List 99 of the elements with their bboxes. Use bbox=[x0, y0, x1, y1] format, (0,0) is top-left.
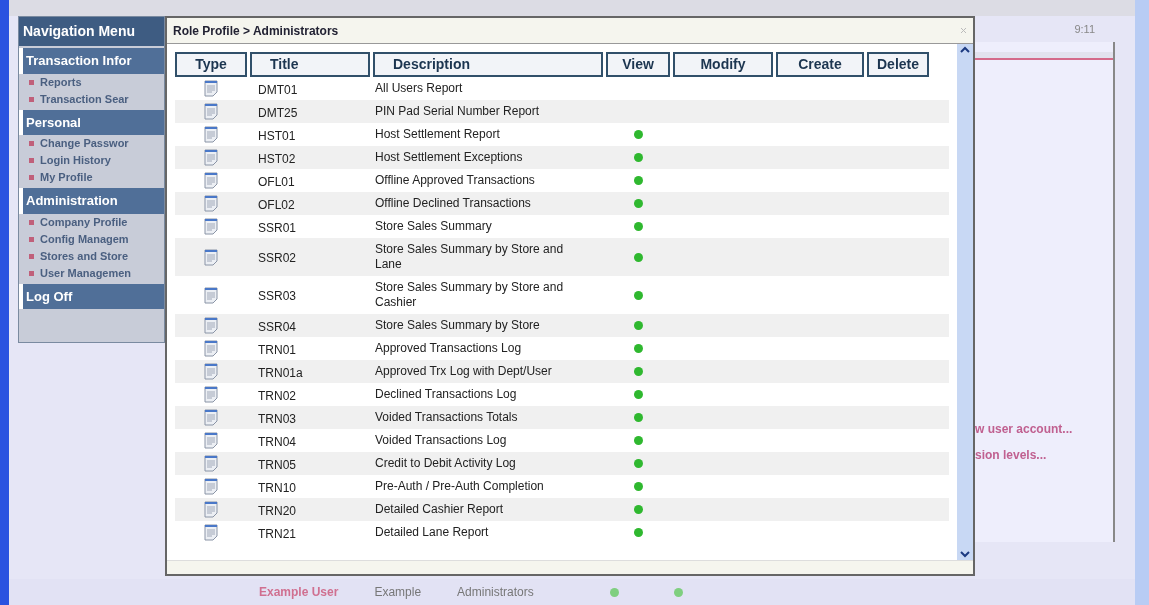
bullet-icon bbox=[29, 141, 34, 146]
scrollbar[interactable] bbox=[1135, 0, 1149, 605]
column-header: Modify bbox=[673, 52, 773, 77]
document-icon bbox=[204, 195, 218, 212]
table-cell: HST02 bbox=[258, 151, 296, 166]
table-cell-text: Host Settlement Report bbox=[375, 127, 501, 142]
section-header[interactable]: Transaction Infor bbox=[19, 48, 164, 74]
document-icon bbox=[204, 432, 218, 449]
table-cell-text: Detailed Lane Report bbox=[375, 525, 490, 540]
table-cell-text: PIN Pad Serial Number Report bbox=[375, 104, 541, 119]
document-icon bbox=[204, 501, 218, 518]
table-cell: SSR04 bbox=[258, 319, 297, 334]
table-cell-text: Pre-Auth / Pre-Auth Completion bbox=[375, 479, 545, 494]
section-header[interactable]: Personal bbox=[19, 109, 164, 135]
table-cell-text: Credit to Debit Activity Log bbox=[375, 456, 517, 471]
table-cell-text: Detailed Cashier Report bbox=[375, 502, 505, 517]
document-icon bbox=[204, 172, 218, 189]
table-cell: TRN02 bbox=[258, 388, 296, 403]
bullet-icon bbox=[29, 175, 34, 180]
nav-link[interactable]: Change Passwor bbox=[40, 135, 129, 152]
nav-link[interactable]: Stores and Store bbox=[40, 247, 129, 265]
nav-link[interactable]: Config Managem bbox=[40, 230, 129, 248]
document-icon bbox=[204, 80, 218, 97]
close-icon[interactable] bbox=[960, 27, 967, 34]
table-cell: TRN03 bbox=[258, 411, 296, 426]
column-header: View bbox=[606, 52, 670, 77]
bullet-icon bbox=[29, 253, 34, 259]
column-header: Delete bbox=[867, 52, 929, 77]
table-cell: SSR03 bbox=[258, 289, 297, 303]
table-cell-text: Offline Declined Transactions bbox=[375, 196, 532, 211]
table-cell-text: Example bbox=[374, 584, 422, 601]
bullet-icon bbox=[29, 270, 34, 276]
bullet-icon bbox=[29, 79, 34, 85]
table-cell-text: Declined Transactions Log bbox=[375, 387, 518, 402]
table-cell-text: Offline Approved Transactions bbox=[375, 173, 536, 188]
column-header: Type bbox=[175, 52, 247, 77]
table-cell-text: Voided Transactions Log bbox=[375, 433, 508, 448]
table-cell-text: Host Settlement Exceptions bbox=[375, 150, 524, 165]
table-cell: DMT25 bbox=[258, 105, 298, 120]
document-icon bbox=[204, 386, 218, 403]
table-cell-text: Approved Trx Log with Dept/User bbox=[375, 364, 553, 379]
table-cell-text: Store Sales Summary by Store and Lane bbox=[375, 242, 565, 272]
table-cell: TRN04 bbox=[258, 434, 296, 449]
document-icon bbox=[204, 478, 218, 495]
table-cell: TRN05 bbox=[258, 457, 296, 472]
table-cell: OFL02 bbox=[258, 197, 295, 212]
table-cell: DMT01 bbox=[258, 82, 298, 97]
nav-link[interactable]: Transaction Sear bbox=[40, 90, 129, 108]
nav-link[interactable]: Login History bbox=[40, 152, 111, 169]
nav-link[interactable]: User Managemen bbox=[40, 264, 132, 282]
bullet-icon bbox=[29, 96, 34, 102]
table-cell: HST01 bbox=[258, 128, 296, 143]
bullet-icon bbox=[29, 219, 34, 225]
nav-link[interactable]: Company Profile bbox=[40, 213, 128, 231]
user-link[interactable]: Example User bbox=[259, 583, 339, 601]
table-cell-text: Store Sales Summary bbox=[375, 219, 493, 234]
document-icon bbox=[204, 286, 218, 304]
column-header: Description bbox=[373, 52, 603, 77]
document-icon bbox=[204, 126, 218, 143]
table-cell: OFL01 bbox=[258, 174, 295, 189]
document-icon bbox=[204, 340, 218, 357]
clock-text: 9:11 bbox=[1074, 21, 1095, 37]
dialog-title: Role Profile > Administrators bbox=[173, 22, 339, 40]
table-cell: TRN10 bbox=[258, 480, 296, 495]
chevron-down-icon[interactable] bbox=[960, 550, 970, 558]
section-header[interactable]: Log Off bbox=[19, 283, 164, 309]
table-cell-text: Approved Transactions Log bbox=[375, 341, 523, 356]
table-cell-text: Voided Transactions Totals bbox=[375, 410, 519, 425]
table-cell-text: Store Sales Summary by Store and Cashier bbox=[375, 280, 565, 310]
link-text[interactable]: sion levels... bbox=[975, 446, 1113, 464]
table-cell-text: Administrators bbox=[457, 584, 534, 601]
bullet-icon bbox=[29, 158, 34, 163]
column-header: Create bbox=[776, 52, 864, 77]
document-icon bbox=[204, 409, 218, 426]
table-cell-text: All Users Report bbox=[375, 81, 464, 96]
document-icon bbox=[204, 317, 218, 334]
table-cell: SSR02 bbox=[258, 251, 297, 265]
document-icon bbox=[204, 218, 218, 235]
chevron-up-icon[interactable] bbox=[960, 46, 970, 54]
document-icon bbox=[204, 524, 218, 541]
table-cell: TRN20 bbox=[258, 503, 296, 518]
navigation-title: Navigation Menu bbox=[19, 17, 164, 46]
column-header: Title bbox=[250, 52, 370, 77]
table-cell: TRN21 bbox=[258, 526, 296, 541]
table-cell-text: Store Sales Summary by Store bbox=[375, 318, 541, 333]
bullet-icon bbox=[29, 236, 34, 242]
table-cell: TRN01 bbox=[258, 342, 296, 357]
scrollbar[interactable] bbox=[957, 44, 973, 560]
document-icon bbox=[204, 363, 218, 380]
nav-link[interactable]: Reports bbox=[40, 73, 82, 91]
document-icon bbox=[204, 103, 218, 120]
table-cell: TRN01a bbox=[258, 365, 303, 380]
document-icon bbox=[204, 248, 218, 266]
table-cell: SSR01 bbox=[258, 220, 297, 235]
section-header[interactable]: Administration bbox=[19, 188, 164, 214]
nav-link[interactable]: My Profile bbox=[40, 169, 93, 186]
document-icon bbox=[204, 149, 218, 166]
link-text[interactable]: w user account... bbox=[975, 420, 1113, 438]
document-icon bbox=[204, 455, 218, 472]
